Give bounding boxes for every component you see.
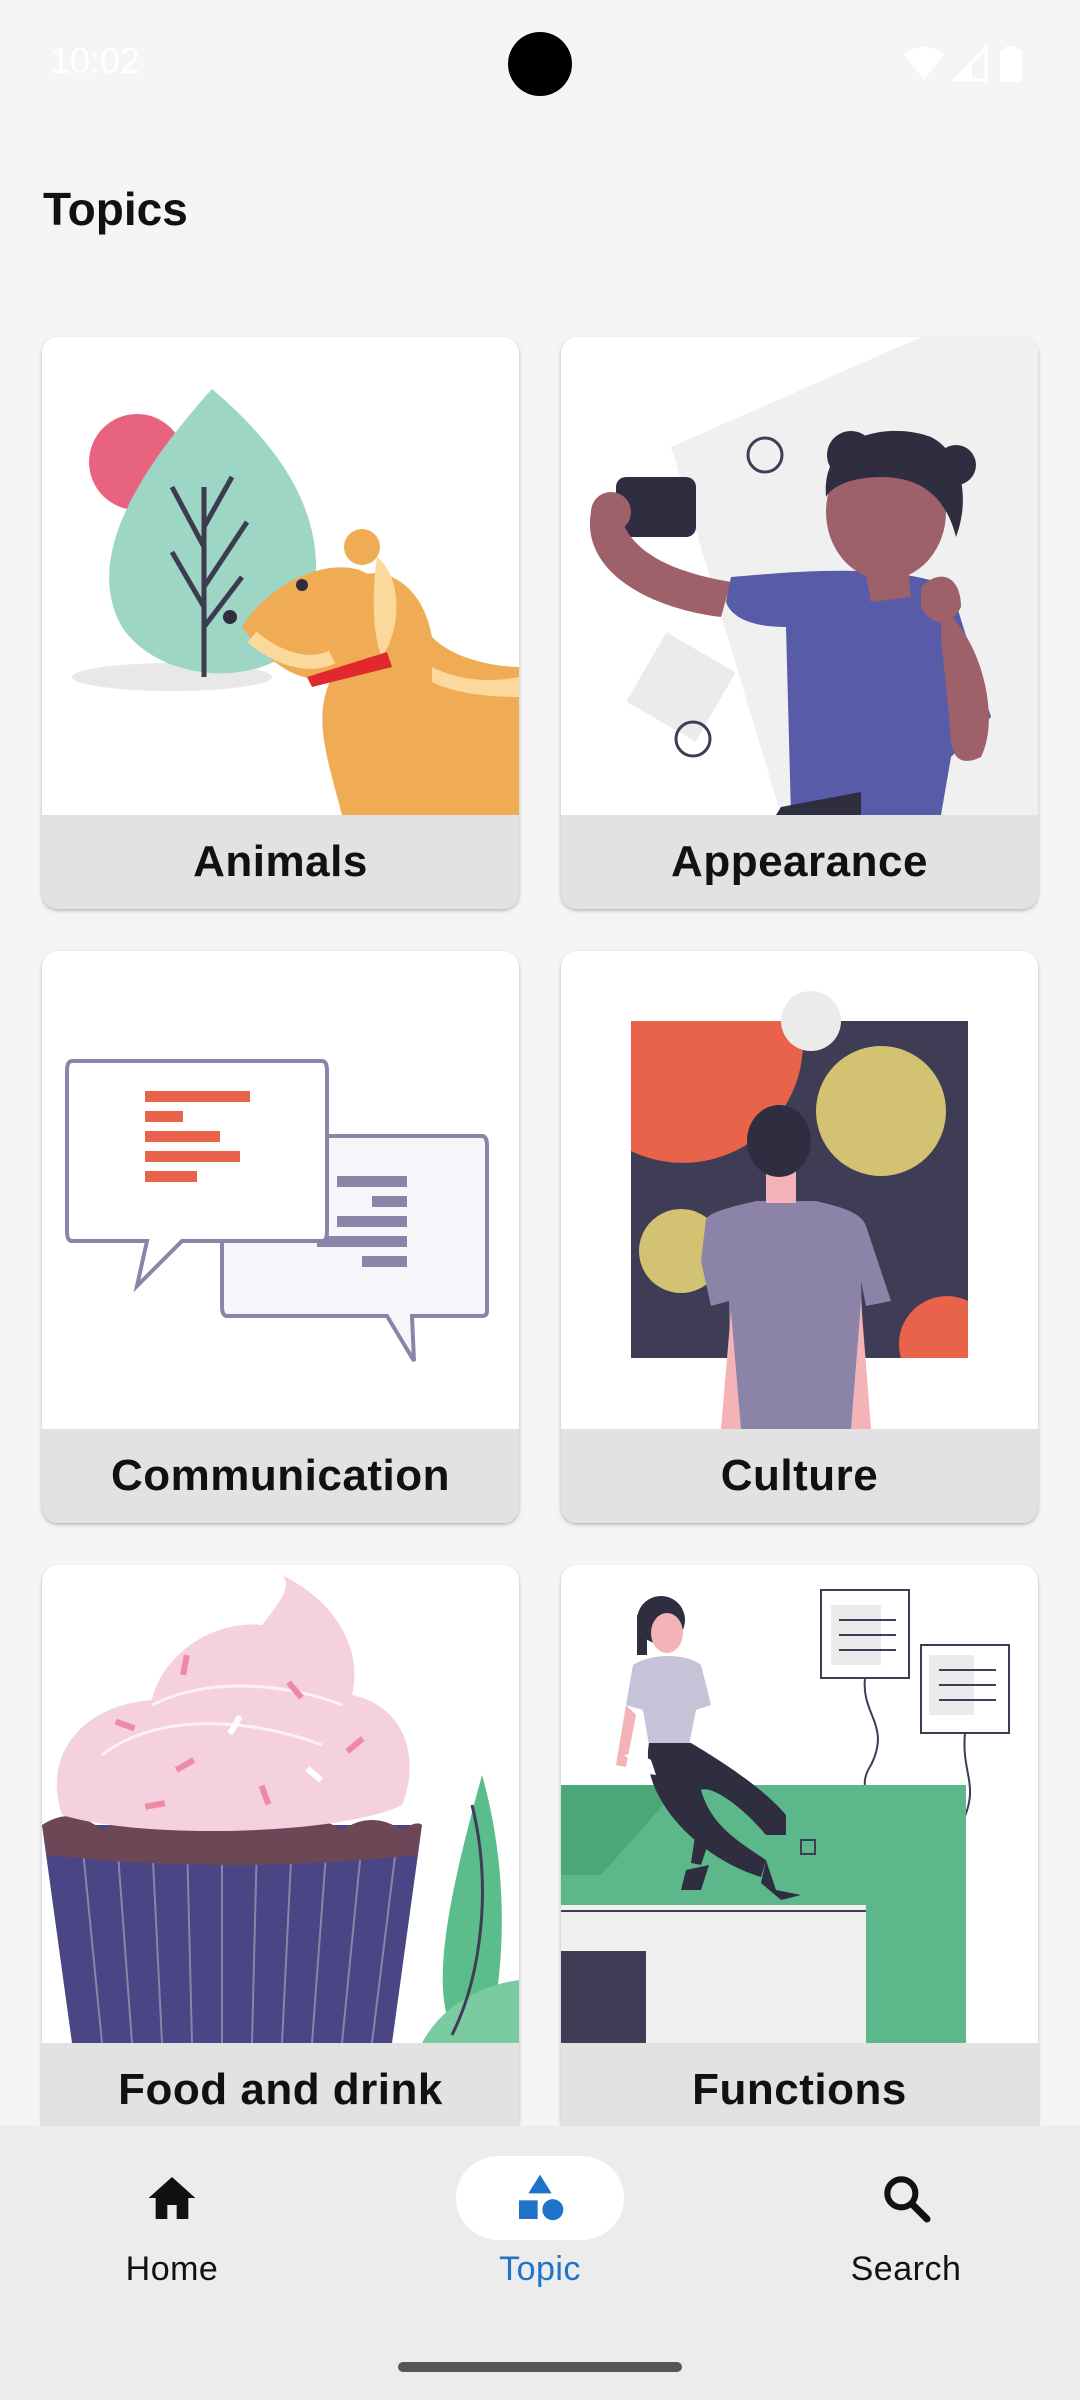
topic-card-culture[interactable]: Culture — [561, 951, 1038, 1523]
topic-grid: Animals Appearance Communication Culture… — [0, 0, 1080, 2126]
topic-card-functions[interactable]: Functions — [561, 1565, 1038, 2126]
topic-label: Culture — [561, 1429, 1038, 1523]
appearance-illustration — [561, 337, 1038, 815]
nav-item-topic[interactable]: Topic — [390, 2126, 690, 2400]
topic-label: Animals — [42, 815, 519, 909]
nav-icon-container — [456, 2156, 624, 2240]
topic-label: Communication — [42, 1429, 519, 1523]
nav-icon-container — [88, 2156, 256, 2240]
topic-card-appearance[interactable]: Appearance — [561, 337, 1038, 909]
topic-card-animals[interactable]: Animals — [42, 337, 519, 909]
nav-item-home[interactable]: Home — [22, 2126, 322, 2400]
search-icon — [884, 2176, 931, 2223]
topic-card-communication[interactable]: Communication — [42, 951, 519, 1523]
shapes-icon — [519, 2174, 564, 2221]
topic-label: Functions — [561, 2043, 1038, 2126]
nav-item-search[interactable]: Search — [756, 2126, 1056, 2400]
bottom-navigation: Home Topic Search — [0, 2126, 1080, 2400]
gesture-home-indicator[interactable] — [398, 2362, 682, 2372]
functions-illustration — [561, 1565, 1038, 2043]
nav-label: Search — [850, 2250, 962, 2288]
nav-icon-container — [822, 2156, 990, 2240]
home-icon — [148, 2177, 196, 2219]
topic-card-food-and-drink[interactable]: Food and drink — [42, 1565, 519, 2126]
nav-label: Home — [125, 2250, 219, 2288]
animals-illustration — [42, 337, 519, 815]
communication-illustration — [42, 951, 519, 1429]
topic-label: Food and drink — [42, 2043, 519, 2126]
topic-label: Appearance — [561, 815, 1038, 909]
culture-illustration — [561, 951, 1038, 1429]
nav-label: Topic — [499, 2250, 581, 2288]
food-and-drink-illustration — [42, 1565, 519, 2043]
